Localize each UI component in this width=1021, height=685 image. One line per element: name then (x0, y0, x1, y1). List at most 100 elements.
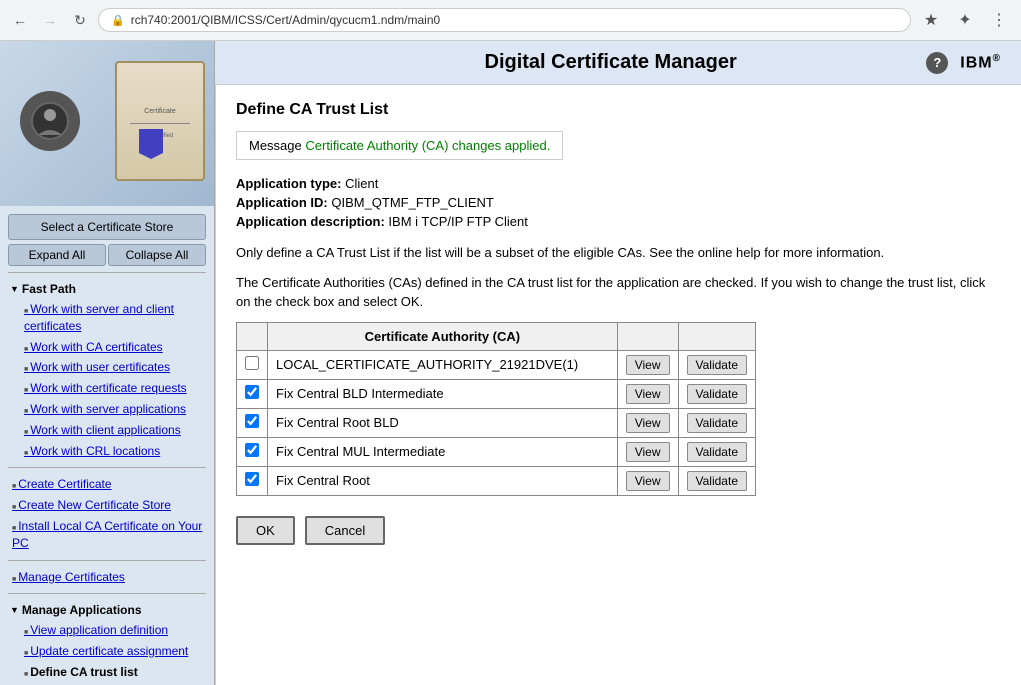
fast-path-section: ▼ Fast Path Work with server and client … (6, 279, 208, 461)
sidebar-item-work-server-apps[interactable]: Work with server applications (6, 399, 208, 420)
app-type-line: Application type: Client (236, 176, 1001, 191)
expand-all-button[interactable]: Expand All (8, 244, 106, 266)
security-icon: 🔒 (111, 14, 125, 27)
ca-checkbox-3[interactable] (245, 443, 259, 457)
sidebar-item-view-app-def[interactable]: View application definition (6, 620, 208, 641)
cancel-button[interactable]: Cancel (305, 516, 385, 545)
manage-apps-triangle: ▼ (10, 605, 19, 615)
ca-name-3: Fix Central MUL Intermediate (268, 437, 618, 466)
refresh-button[interactable]: ↻ (68, 8, 92, 32)
forward-button[interactable]: → (38, 8, 62, 32)
sidebar-item-work-user[interactable]: Work with user certificates (6, 357, 208, 378)
sidebar-item-work-cert-requests[interactable]: Work with certificate requests (6, 378, 208, 399)
ca-checkbox-cell-4 (237, 466, 268, 495)
ca-name-2: Fix Central Root BLD (268, 408, 618, 437)
app-id-value: QIBM_QTMF_FTP_CLIENT (331, 195, 494, 210)
ca-name-4: Fix Central Root (268, 466, 618, 495)
ca-validate-button-4[interactable]: Validate (687, 471, 747, 491)
app-desc-label: Application description: (236, 214, 385, 229)
app-container: Certificate ✓ Verified Select a Certific… (0, 41, 1021, 685)
ca-view-cell-0: View (617, 350, 678, 379)
page-header: Digital Certificate Manager ? IBM® (215, 41, 1021, 85)
fast-path-label: Fast Path (22, 282, 76, 296)
ca-view-cell-4: View (617, 466, 678, 495)
ca-validate-cell-2: Validate (678, 408, 755, 437)
ca-name-0: LOCAL_CERTIFICATE_AUTHORITY_21921DVE(1) (268, 350, 618, 379)
browser-chrome: ← → ↻ 🔒 rch740:2001/QIBM/ICSS/Cert/Admin… (0, 0, 1021, 41)
ibm-logo: IBM® (960, 53, 1001, 72)
ca-view-cell-2: View (617, 408, 678, 437)
select-store-button[interactable]: Select a Certificate Store (8, 214, 206, 240)
ca-name-1: Fix Central BLD Intermediate (268, 379, 618, 408)
table-row: LOCAL_CERTIFICATE_AUTHORITY_21921DVE(1) V… (237, 350, 756, 379)
ca-validate-button-1[interactable]: Validate (687, 384, 747, 404)
sidebar-item-work-client-apps[interactable]: Work with client applications (6, 420, 208, 441)
ca-table: Certificate Authority (CA) LOCAL_CERTIFI… (236, 322, 756, 496)
page-title: Digital Certificate Manager (295, 51, 926, 74)
message-text: Certificate Authority (CA) changes appli… (305, 138, 550, 153)
manage-apps-title[interactable]: ▼ Manage Applications (6, 600, 208, 620)
logo-icon (20, 91, 80, 151)
app-desc-line: Application description: IBM i TCP/IP FT… (236, 214, 1001, 229)
table-header-validate (678, 322, 755, 350)
ca-view-button-2[interactable]: View (626, 413, 670, 433)
sidebar-item-create-cert[interactable]: Create Certificate (4, 474, 210, 495)
app-type-value: Client (345, 176, 378, 191)
divider-2 (8, 467, 206, 468)
ca-validate-cell-0: Validate (678, 350, 755, 379)
ca-checkbox-0[interactable] (245, 356, 259, 370)
ca-validate-button-2[interactable]: Validate (687, 413, 747, 433)
fast-path-title[interactable]: ▼ Fast Path (6, 279, 208, 299)
help-button[interactable]: ? (926, 52, 948, 74)
expand-collapse-controls: Expand All Collapse All (8, 244, 206, 266)
form-buttons: OK Cancel (236, 516, 1001, 545)
ca-view-button-3[interactable]: View (626, 442, 670, 462)
back-button[interactable]: ← (8, 8, 32, 32)
sidebar-item-manage-certs[interactable]: Manage Certificates (4, 567, 210, 588)
sidebar-item-create-store[interactable]: Create New Certificate Store (4, 495, 210, 516)
divider-3 (8, 560, 206, 561)
ca-checkbox-cell-3 (237, 437, 268, 466)
sidebar-content: Select a Certificate Store Expand All Co… (0, 206, 214, 685)
ca-checkbox-2[interactable] (245, 414, 259, 428)
divider-1 (8, 272, 206, 273)
sidebar-item-work-server-client[interactable]: Work with server and client certificates (6, 299, 208, 337)
sidebar-logo: Certificate ✓ Verified (0, 41, 215, 206)
ca-validate-cell-4: Validate (678, 466, 755, 495)
sidebar-item-work-ca[interactable]: Work with CA certificates (6, 337, 208, 358)
header-icons: ? IBM® (926, 52, 1001, 74)
table-header-ca: Certificate Authority (CA) (268, 322, 618, 350)
message-box: Message Certificate Authority (CA) chang… (236, 131, 563, 160)
ca-view-button-4[interactable]: View (626, 471, 670, 491)
ca-validate-button-3[interactable]: Validate (687, 442, 747, 462)
extension-button[interactable]: ✦ (951, 6, 979, 34)
table-header-view (617, 322, 678, 350)
app-id-line: Application ID: QIBM_QTMF_FTP_CLIENT (236, 195, 1001, 210)
ok-button[interactable]: OK (236, 516, 295, 545)
bookmark-button[interactable]: ★ (917, 6, 945, 34)
ca-view-button-0[interactable]: View (626, 355, 670, 375)
manage-apps-section: ▼ Manage Applications View application d… (6, 600, 208, 685)
ca-checkbox-1[interactable] (245, 385, 259, 399)
message-prefix: Message (249, 138, 305, 153)
url-text: rch740:2001/QIBM/ICSS/Cert/Admin/qycucm1… (131, 13, 898, 27)
app-info: Application type: Client Application ID:… (236, 176, 1001, 229)
sidebar-item-update-cert-assign[interactable]: Update certificate assignment (6, 641, 208, 662)
sidebar-item-install-local-ca[interactable]: Install Local CA Certificate on Your PC (4, 516, 210, 554)
ca-view-button-1[interactable]: View (626, 384, 670, 404)
table-row: Fix Central Root View Validate (237, 466, 756, 495)
menu-button[interactable]: ⋮ (985, 6, 1013, 34)
sidebar-item-define-ca-trust[interactable]: Define CA trust list (6, 662, 208, 683)
browser-toolbar: ← → ↻ 🔒 rch740:2001/QIBM/ICSS/Cert/Admin… (0, 0, 1021, 40)
ca-view-cell-1: View (617, 379, 678, 408)
app-desc-value: IBM i TCP/IP FTP Client (388, 214, 527, 229)
table-row: Fix Central Root BLD View Validate (237, 408, 756, 437)
ca-checkbox-4[interactable] (245, 472, 259, 486)
ca-validate-button-0[interactable]: Validate (687, 355, 747, 375)
collapse-all-button[interactable]: Collapse All (108, 244, 206, 266)
fast-path-triangle: ▼ (10, 284, 19, 294)
sidebar-item-work-crl[interactable]: Work with CRL locations (6, 441, 208, 462)
description-2: The Certificate Authorities (CAs) define… (236, 273, 1001, 312)
toolbar-actions: ★ ✦ ⋮ (917, 6, 1013, 34)
sidebar: Certificate ✓ Verified Select a Certific… (0, 41, 215, 685)
